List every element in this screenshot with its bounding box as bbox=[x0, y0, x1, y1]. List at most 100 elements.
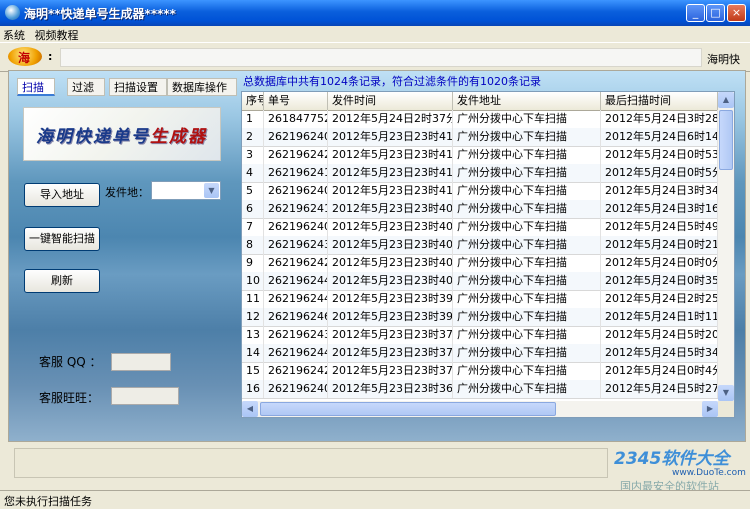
scroll-down-icon[interactable]: ▼ bbox=[718, 385, 734, 401]
wangwang-field[interactable] bbox=[111, 387, 179, 405]
table-row[interactable]: 626219624102012年5月23日23时40分5广州分拨中心下车扫描20… bbox=[242, 200, 718, 219]
cell-tracking-number: 2621962431 bbox=[264, 236, 328, 254]
scroll-up-icon[interactable]: ▲ bbox=[718, 92, 734, 108]
cell-last-scan: 2012年5月24日5时34分5 bbox=[601, 344, 718, 362]
table-row[interactable]: 926219624232012年5月23日23时40分3广州分拨中心下车扫描20… bbox=[242, 254, 718, 273]
main-panel: 扫描 过滤 扫描设置 数据库操作 海明快递单号生成器 导入地址 发件地： ▼ 一… bbox=[8, 70, 746, 442]
tab-scan-settings[interactable]: 扫描设置 bbox=[109, 78, 167, 96]
scroll-corner bbox=[718, 401, 734, 417]
tab-filter[interactable]: 过滤 bbox=[67, 78, 105, 96]
vertical-scrollbar[interactable]: ▲ ▼ bbox=[718, 92, 734, 401]
close-button[interactable]: × bbox=[727, 4, 746, 22]
cell-send-time: 2012年5月23日23时39分1 bbox=[328, 308, 453, 326]
cell-send-address: 广州分拨中心下车扫描 bbox=[453, 128, 601, 146]
table-row[interactable]: 326219624272012年5月23日23时41分5广州分拨中心下车扫描20… bbox=[242, 146, 718, 165]
cell-send-time: 2012年5月23日23时40分5 bbox=[328, 218, 453, 236]
cell-send-address: 广州分拨中心下车扫描 bbox=[453, 362, 601, 380]
toolbar-brand: 海明快 bbox=[707, 53, 740, 66]
cell-tracking-number: 2621962408 bbox=[264, 128, 328, 146]
table-row[interactable]: 1026219624492012年5月23日23时40分3广州分拨中心下车扫描2… bbox=[242, 272, 718, 291]
table-row[interactable]: 126184775222012年5月24日2时37分35广州分拨中心下车扫描20… bbox=[242, 110, 718, 129]
cell-index: 12 bbox=[242, 308, 264, 326]
scroll-left-icon[interactable]: ◀ bbox=[242, 401, 258, 417]
cell-send-address: 广州分拨中心下车扫描 bbox=[453, 182, 601, 200]
table-row[interactable]: 1526219624202012年5月23日23时37分1广州分拨中心下车扫描2… bbox=[242, 362, 718, 381]
status-text: 您未执行扫描任务 bbox=[4, 495, 92, 508]
cell-send-address: 广州分拨中心下车扫描 bbox=[453, 254, 601, 272]
table-row[interactable]: 226219624082012年5月23日23时41分5广州分拨中心下车扫描20… bbox=[242, 128, 718, 147]
col-send-time[interactable]: 发件时间 bbox=[328, 92, 453, 110]
table-row[interactable]: 426219624142012年5月23日23时41分5广州分拨中心下车扫描20… bbox=[242, 164, 718, 183]
app-icon bbox=[5, 5, 20, 20]
cell-send-address: 广州分拨中心下车扫描 bbox=[453, 308, 601, 326]
vertical-scroll-thumb[interactable] bbox=[719, 110, 733, 170]
horizontal-scrollbar[interactable]: ◀ ▶ bbox=[242, 401, 718, 417]
cell-last-scan: 2012年5月24日1时11分4 bbox=[601, 308, 718, 326]
qq-field[interactable] bbox=[111, 353, 171, 371]
table-header: 序号 单号 发件时间 发件地址 最后扫描时间 bbox=[242, 92, 718, 111]
toolbar: 海 : 海明快 bbox=[0, 42, 750, 72]
cell-send-address: 广州分拨中心下车扫描 bbox=[453, 272, 601, 290]
cell-send-time: 2012年5月23日23时37分4 bbox=[328, 326, 453, 344]
tab-scan[interactable]: 扫描 bbox=[17, 78, 55, 96]
banner-text: 海明快递单号生成器 bbox=[36, 122, 207, 147]
watermark-url: www.DuoTe.com bbox=[672, 468, 746, 478]
table-row[interactable]: 526219624042012年5月23日23时41分3广州分拨中心下车扫描20… bbox=[242, 182, 718, 201]
origin-select[interactable]: ▼ bbox=[151, 181, 221, 200]
tab-database[interactable]: 数据库操作 bbox=[167, 78, 237, 96]
toolbar-colon: : bbox=[48, 50, 53, 63]
cell-last-scan: 2012年5月24日0时5分4 bbox=[601, 164, 718, 182]
table-row[interactable]: 826219624312012年5月23日23时40分4广州分拨中心下车扫描20… bbox=[242, 236, 718, 255]
import-address-button[interactable]: 导入地址 bbox=[24, 183, 100, 207]
cell-index: 8 bbox=[242, 236, 264, 254]
banner-text-main: 海明快递单号 bbox=[36, 127, 150, 147]
cell-send-time: 2012年5月23日23时41分5 bbox=[328, 146, 453, 164]
table-row[interactable]: 1626219624052012年5月23日23时36分4广州分拨中心下车扫描2… bbox=[242, 380, 718, 399]
smart-scan-button[interactable]: 一键智能扫描 bbox=[24, 227, 100, 251]
col-tracking-number[interactable]: 单号 bbox=[264, 92, 328, 110]
cell-send-time: 2012年5月23日23时39分5 bbox=[328, 290, 453, 308]
col-send-address[interactable]: 发件地址 bbox=[453, 92, 601, 110]
cell-send-time: 2012年5月23日23时40分3 bbox=[328, 254, 453, 272]
cell-send-time: 2012年5月24日2时37分35 bbox=[328, 110, 453, 128]
table-row[interactable]: 1326219624382012年5月23日23时37分4广州分拨中心下车扫描2… bbox=[242, 326, 718, 345]
cell-tracking-number: 2621962410 bbox=[264, 200, 328, 218]
table-row[interactable]: 1426219624402012年5月23日23时37分2广州分拨中心下车扫描2… bbox=[242, 344, 718, 363]
cell-send-address: 广州分拨中心下车扫描 bbox=[453, 218, 601, 236]
cell-index: 5 bbox=[242, 182, 264, 200]
maximize-button[interactable]: □ bbox=[706, 4, 725, 22]
status-bar: 您未执行扫描任务 bbox=[0, 490, 750, 509]
cell-tracking-number: 2621962427 bbox=[264, 146, 328, 164]
cell-send-time: 2012年5月23日23时40分4 bbox=[328, 236, 453, 254]
table-row[interactable]: 726219624062012年5月23日23时40分5广州分拨中心下车扫描20… bbox=[242, 218, 718, 237]
cell-send-time: 2012年5月23日23时37分1 bbox=[328, 362, 453, 380]
minimize-button[interactable]: _ bbox=[686, 4, 705, 22]
table-row[interactable]: 1226219624602012年5月23日23时39分1广州分拨中心下车扫描2… bbox=[242, 308, 718, 327]
cell-last-scan: 2012年5月24日3时28分2 bbox=[601, 110, 718, 128]
cell-last-scan: 2012年5月24日0时53分3 bbox=[601, 146, 718, 164]
cell-index: 10 bbox=[242, 272, 264, 290]
cell-send-time: 2012年5月23日23时40分3 bbox=[328, 272, 453, 290]
cell-tracking-number: 2621962405 bbox=[264, 380, 328, 398]
menu-bar: 系统 视频教程 bbox=[0, 26, 750, 42]
chevron-down-icon[interactable]: ▼ bbox=[204, 183, 219, 198]
cell-tracking-number: 2621962440 bbox=[264, 344, 328, 362]
horizontal-scroll-thumb[interactable] bbox=[260, 402, 556, 416]
table-row[interactable]: 1126219624422012年5月23日23时39分5广州分拨中心下车扫描2… bbox=[242, 290, 718, 309]
cell-tracking-number: 2618477522 bbox=[264, 110, 328, 128]
col-index[interactable]: 序号 bbox=[242, 92, 264, 110]
cell-last-scan: 2012年5月24日5时20分5 bbox=[601, 326, 718, 344]
cell-index: 7 bbox=[242, 218, 264, 236]
refresh-button[interactable]: 刷新 bbox=[24, 269, 100, 293]
cell-index: 14 bbox=[242, 344, 264, 362]
record-summary: 总数据库中共有1024条记录，符合过滤条件的有1020条记录 bbox=[243, 75, 541, 88]
cell-last-scan: 2012年5月24日0时0分7 bbox=[601, 254, 718, 272]
col-last-scan[interactable]: 最后扫描时间 bbox=[601, 92, 718, 110]
scroll-right-icon[interactable]: ▶ bbox=[702, 401, 718, 417]
cell-index: 3 bbox=[242, 146, 264, 164]
cell-send-address: 广州分拨中心下车扫描 bbox=[453, 110, 601, 128]
toolbar-input[interactable] bbox=[60, 48, 702, 67]
cell-index: 9 bbox=[242, 254, 264, 272]
cell-last-scan: 2012年5月24日5时49分1 bbox=[601, 218, 718, 236]
cell-tracking-number: 2621962442 bbox=[264, 290, 328, 308]
